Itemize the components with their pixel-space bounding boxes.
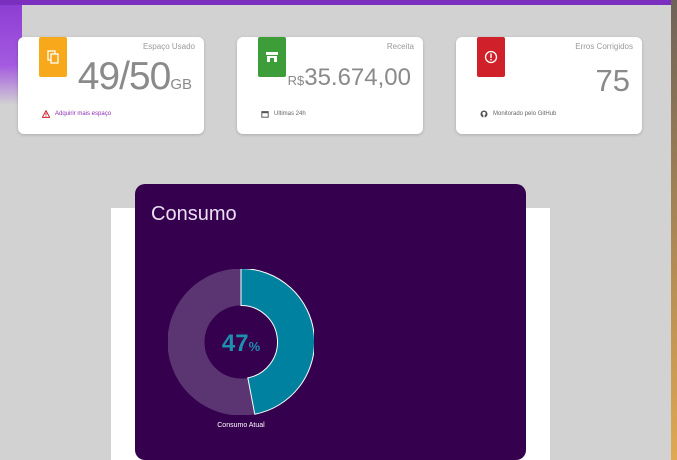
revenue-value-group: R$35.674,00: [288, 64, 411, 92]
storage-card: Espaço Usado 49/50GB Adquirir mais espaç…: [18, 37, 204, 134]
storage-unit: GB: [170, 76, 192, 93]
errors-value-group: 75: [596, 63, 630, 99]
revenue-footer-text: Ultimas 24h: [274, 111, 306, 117]
storage-value: 49/50: [77, 55, 172, 98]
donut-percent-value: 47: [221, 330, 249, 357]
revenue-card: Receita R$35.674,00 Ultimas 24h: [237, 37, 423, 134]
github-link[interactable]: Monitorado pelo GitHub: [480, 110, 556, 118]
donut-percent-sign: %: [248, 339, 261, 354]
consumo-title: Consumo: [151, 203, 237, 225]
calendar-icon: [261, 111, 269, 118]
revenue-value: 35.674,00: [304, 64, 411, 91]
revenue-footer: Ultimas 24h: [261, 110, 306, 118]
buy-space-link[interactable]: Adquirir mais espaço: [42, 110, 111, 118]
consumo-panel: Consumo 47% Consumo Atual: [135, 184, 526, 460]
revenue-currency: R$: [287, 73, 305, 88]
storage-label: Espaço Usado: [142, 42, 195, 51]
copy-icon: [47, 50, 59, 64]
donut-percent: 47%: [168, 330, 314, 358]
storage-value-group: 49/50GB: [78, 55, 192, 99]
donut-caption: Consumo Atual: [217, 422, 265, 429]
storage-badge: [39, 37, 67, 77]
errors-value: 75: [595, 63, 630, 98]
errors-label: Erros Corrigidos: [575, 42, 633, 51]
github-text: Monitorado pelo GitHub: [493, 111, 557, 117]
github-icon: [480, 110, 488, 118]
window-edge: [671, 0, 677, 460]
info-icon: [484, 50, 498, 64]
errors-badge: [477, 37, 505, 77]
buy-space-text: Adquirir mais espaço: [55, 111, 112, 117]
revenue-badge: [258, 37, 286, 77]
revenue-label: Receita: [386, 42, 414, 51]
top-accent-bar: [0, 0, 671, 5]
store-icon: [266, 52, 278, 62]
warning-icon: [42, 110, 50, 118]
errors-card: Erros Corrigidos 75 Monitorado pelo GitH…: [456, 37, 642, 134]
